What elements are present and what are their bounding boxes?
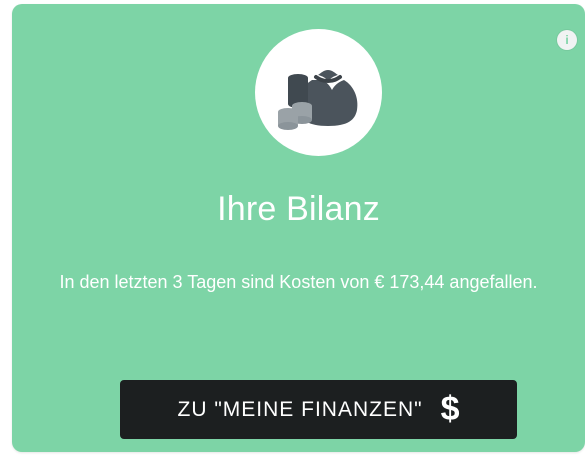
page-title: Ihre Bilanz — [217, 190, 380, 228]
my-finances-button-label: ZU "MEINE FINANZEN" — [177, 397, 423, 421]
money-bag-coins-icon — [255, 29, 382, 156]
balance-card: i Ihre Bilanz In den letzten 3 Tagen sin… — [12, 4, 585, 452]
info-icon[interactable]: i — [557, 30, 577, 50]
balance-message: In den letzten 3 Tagen sind Kosten von €… — [59, 272, 538, 292]
my-finances-button[interactable]: ZU "MEINE FINANZEN" $ — [120, 380, 517, 439]
dollar-icon: $ — [440, 389, 460, 428]
